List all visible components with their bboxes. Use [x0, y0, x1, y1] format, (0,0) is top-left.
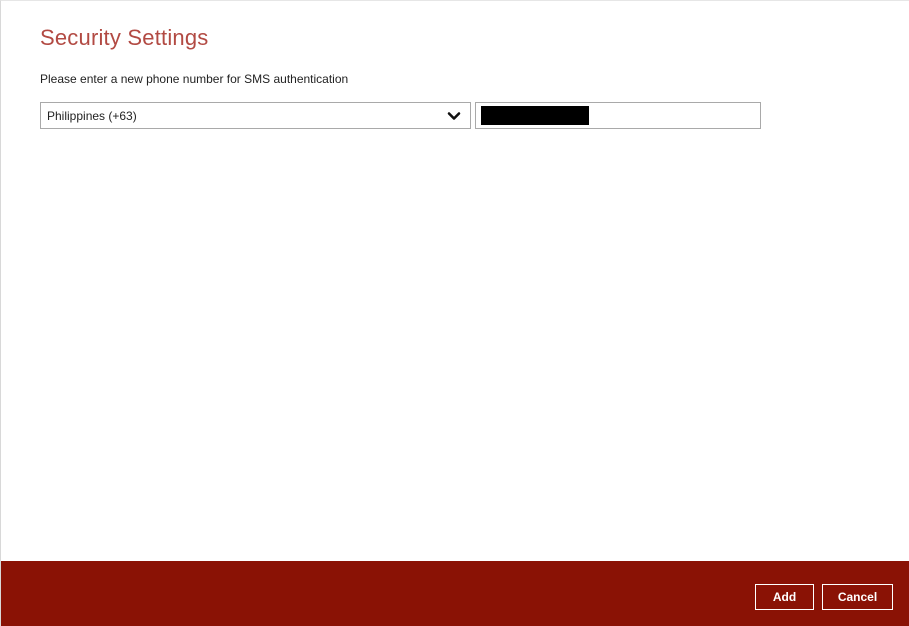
footer-bar: Add Cancel	[1, 561, 909, 626]
add-button[interactable]: Add	[755, 584, 814, 610]
instruction-text: Please enter a new phone number for SMS …	[40, 72, 349, 86]
country-code-value: Philippines (+63)	[47, 109, 137, 123]
chevron-down-icon	[447, 112, 461, 120]
cancel-button[interactable]: Cancel	[822, 584, 893, 610]
security-settings-dialog: Security Settings Please enter a new pho…	[0, 0, 909, 626]
redacted-phone-number	[481, 106, 589, 125]
country-code-select[interactable]: Philippines (+63)	[40, 102, 471, 129]
phone-number-input[interactable]	[475, 102, 761, 129]
page-title: Security Settings	[40, 25, 209, 50]
